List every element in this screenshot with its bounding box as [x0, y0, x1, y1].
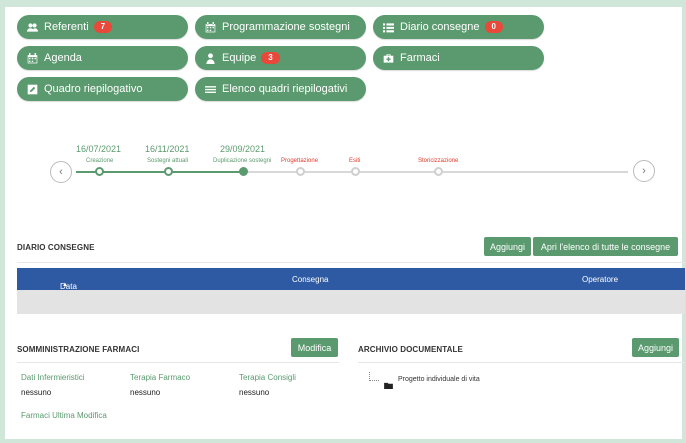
timeline-next-button[interactable]: › — [633, 160, 655, 182]
sort-asc-icon: ▲ — [62, 282, 68, 288]
farmaci-button[interactable]: Farmaci — [373, 46, 544, 70]
timeline-prev-button[interactable]: ‹ — [50, 161, 72, 183]
farmaci-section-title: SOMMINISTRAZIONE FARMACI — [17, 345, 140, 354]
timeline-step-dot[interactable] — [351, 167, 360, 176]
divider — [358, 362, 685, 363]
chevron-left-icon: ‹ — [59, 166, 63, 178]
terapia-consigli-label: Terapia Consigli — [239, 373, 296, 382]
window-frame-bottom — [0, 439, 686, 443]
window-frame-right — [682, 0, 686, 443]
agenda-label: Agenda — [44, 52, 82, 64]
list-icon — [382, 21, 394, 33]
elenco-quadri-label: Elenco quadri riepilogativi — [222, 83, 348, 95]
chevron-right-icon: › — [642, 165, 646, 177]
timeline-step-dot[interactable] — [296, 167, 305, 176]
terapia-farmaco-label: Terapia Farmaco — [130, 373, 191, 382]
timeline-step-label: Duplicazione sostegni — [213, 158, 272, 164]
tree-item-label[interactable]: Progetto individuale di vita — [398, 376, 480, 383]
terapia-farmaco-value: nessuno — [130, 388, 161, 397]
diario-consegne-button[interactable]: Diario consegne 0 — [373, 15, 544, 39]
diario-consegne-label: Diario consegne — [400, 21, 480, 33]
farmaci-edit-button[interactable]: Modifica — [291, 338, 338, 357]
consegne-table-header: Data ▲ Consegna Operatore — [17, 268, 685, 291]
timeline-step-date: 16/11/2021 — [145, 144, 190, 154]
archivio-add-button[interactable]: Aggiungi — [632, 338, 679, 357]
divider — [17, 262, 685, 263]
archivio-title: ARCHIVIO DOCUMENTALE — [358, 345, 463, 354]
farmaci-ultima-modifica-label: Farmaci Ultima Modifica — [21, 411, 107, 420]
diario-consegne-title: DIARIO CONSEGNE — [17, 243, 95, 252]
window-frame-left — [0, 0, 5, 443]
tree-connector-horizontal — [369, 380, 379, 381]
menu-icon — [204, 83, 216, 95]
referenti-badge: 7 — [93, 21, 113, 33]
folder-icon[interactable] — [384, 376, 393, 389]
timeline-step-label: Esiti — [349, 158, 361, 164]
referenti-label: Referenti — [44, 21, 89, 33]
timeline-step-label: Progettazione — [281, 158, 319, 164]
calendar-icon — [26, 52, 38, 64]
programmazione-sostegni-label: Programmazione sostegni — [222, 21, 350, 33]
calendar-icon — [204, 21, 216, 33]
column-consegna-header[interactable]: Consegna — [292, 275, 328, 284]
terapia-consigli-value: nessuno — [239, 388, 270, 397]
quadro-riepilogativo-button[interactable]: Quadro riepilogativo — [17, 77, 188, 101]
timeline-step-dot-current[interactable] — [239, 167, 248, 176]
timeline-step-label: Sostegni attuali — [147, 158, 189, 164]
diario-consegne-badge: 0 — [484, 21, 503, 33]
diario-add-button[interactable]: Aggiungi — [484, 237, 531, 256]
dati-infermieristici-label: Dati Infermieristici — [21, 373, 85, 382]
medkit-icon — [382, 52, 394, 64]
equipe-button[interactable]: Equipe 3 — [195, 46, 366, 70]
farmaci-label: Farmaci — [400, 52, 440, 64]
equipe-label: Equipe — [222, 52, 257, 64]
timeline-step-dot[interactable] — [95, 167, 104, 176]
divider — [17, 362, 339, 363]
dati-infermieristici-value: nessuno — [21, 388, 52, 397]
quadro-riepilogativo-label: Quadro riepilogativo — [44, 83, 143, 95]
timeline-step-date: 16/07/2021 — [76, 144, 122, 154]
equipe-badge: 3 — [261, 52, 280, 64]
user-doctor-icon — [204, 52, 216, 64]
window-frame-top — [0, 0, 686, 7]
timeline-step-label: Storicizzazione — [418, 158, 459, 164]
elenco-quadri-button[interactable]: Elenco quadri riepilogativi — [195, 77, 366, 101]
timeline-step-dot[interactable] — [434, 167, 443, 176]
referenti-button[interactable]: Referenti 7 — [17, 15, 188, 39]
edit-square-icon — [26, 83, 38, 95]
column-operatore-header[interactable]: Operatore — [582, 275, 618, 284]
users-icon — [26, 21, 38, 33]
programmazione-sostegni-button[interactable]: Programmazione sostegni — [195, 15, 366, 39]
consegne-table-empty-row — [17, 290, 685, 314]
agenda-button[interactable]: Agenda — [17, 46, 188, 70]
timeline-step-date: 29/09/2021 — [220, 144, 266, 154]
timeline-step-dot[interactable] — [164, 167, 173, 176]
timeline-step-label: Creazione — [86, 158, 114, 164]
open-all-consegne-button[interactable]: Apri l'elenco di tutte le consegne — [533, 237, 678, 256]
